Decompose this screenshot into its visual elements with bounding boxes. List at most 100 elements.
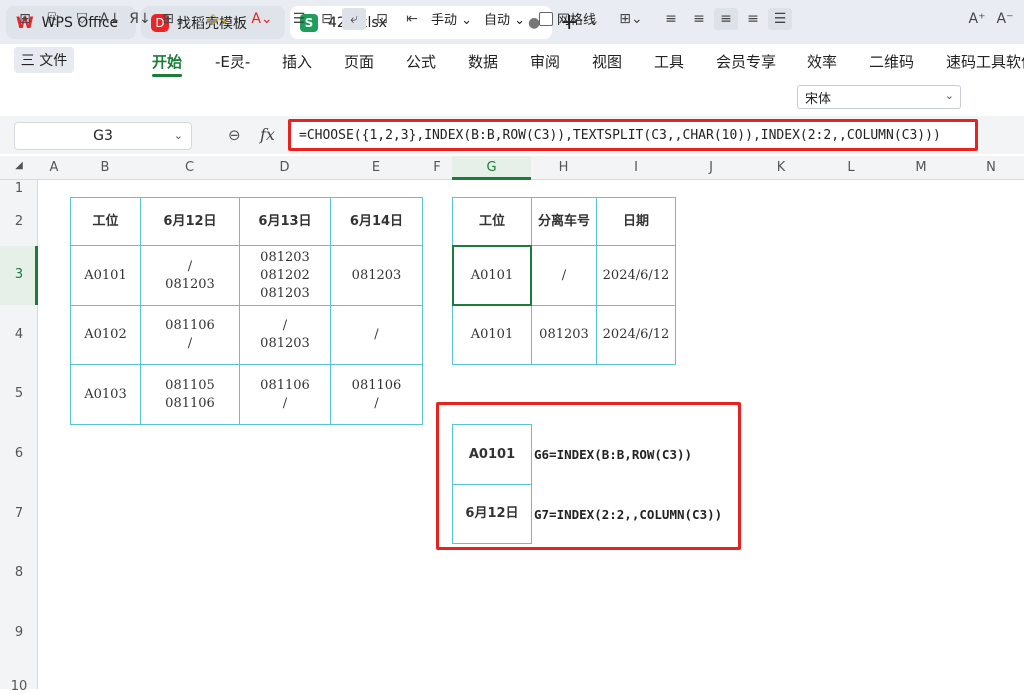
font-shrink-button[interactable]: A⁻ xyxy=(994,8,1016,30)
row-header-5[interactable]: 5 xyxy=(0,386,38,401)
merge-cells-icon[interactable]: ⊟ xyxy=(316,8,338,30)
formula-input[interactable]: =CHOOSE({1,2,3},INDEX(B:B,ROW(C3)),TEXTS… xyxy=(288,119,978,151)
menu-formula[interactable]: 公式 xyxy=(406,51,436,72)
column-header-k[interactable]: K xyxy=(746,160,816,175)
table1-cell-b5[interactable]: A0103 xyxy=(70,364,141,425)
zoom-search-icon[interactable]: ⊖ xyxy=(228,126,241,144)
column-header-i[interactable]: I xyxy=(596,160,676,175)
align-top-icon[interactable]: ≡ xyxy=(688,8,710,30)
column-header-e[interactable]: E xyxy=(330,160,422,175)
fill-color-icon[interactable]: ◇⌄ xyxy=(202,8,236,30)
column-header-n[interactable]: N xyxy=(956,160,1024,175)
table2-cell-i3[interactable]: 2024/6/12 xyxy=(596,245,676,306)
menu-insert[interactable]: 插入 xyxy=(282,51,312,72)
column-header-g[interactable]: G xyxy=(452,160,531,175)
cell-line: / xyxy=(374,395,379,411)
table1-cell-c3[interactable]: / 081203 xyxy=(140,245,240,306)
row-header-8[interactable]: 8 xyxy=(0,565,38,580)
table1-cell-d5[interactable]: 081106 / xyxy=(239,364,331,425)
menu-data[interactable]: 数据 xyxy=(468,51,498,72)
menu-tools[interactable]: 工具 xyxy=(654,51,684,72)
row-header-3[interactable]: 3 xyxy=(0,267,38,282)
wrap-text-button[interactable]: ⤶ xyxy=(342,8,366,30)
font-color-icon[interactable]: A⌄ xyxy=(246,8,278,30)
menu-e-ling[interactable]: -E灵- xyxy=(215,51,250,72)
table1-header-jun13[interactable]: 6月13日 xyxy=(239,197,331,246)
menu-member[interactable]: 会员专享 xyxy=(716,51,776,72)
row-header-10[interactable]: 10 xyxy=(0,679,38,694)
file-menu-button[interactable]: 三 文件 xyxy=(14,47,74,73)
row-header-2[interactable]: 2 xyxy=(0,214,38,229)
table2-cell-h3[interactable]: / xyxy=(531,245,597,306)
align-bottom-icon[interactable]: ≡ xyxy=(742,8,764,30)
table1-cell-c4[interactable]: 081106 / xyxy=(140,305,240,365)
manual-calc-dropdown[interactable]: 手动 ⌄ xyxy=(431,9,472,28)
column-header-f[interactable]: F xyxy=(422,160,452,175)
text-wrap-icon[interactable]: ☰ xyxy=(288,8,310,30)
align-center-button[interactable]: ≡ xyxy=(714,8,738,30)
column-header-a[interactable]: A xyxy=(38,160,70,175)
chevron-down-icon: ⌄ xyxy=(944,89,954,102)
table1-header-jun14[interactable]: 6月14日 xyxy=(330,197,423,246)
menu-page[interactable]: 页面 xyxy=(344,51,374,72)
table1-cell-c5[interactable]: 081105 081106 xyxy=(140,364,240,425)
menu-home[interactable]: 开始 xyxy=(152,51,182,72)
fx-icon[interactable]: fx xyxy=(260,125,275,144)
font-grow-button[interactable]: A⁺ xyxy=(966,8,988,30)
row-header-6[interactable]: 6 xyxy=(0,446,38,461)
table2-header-car-number[interactable]: 分离车号 xyxy=(531,197,597,246)
table1-cell-b3[interactable]: A0101 xyxy=(70,245,141,306)
table2-cell-i4[interactable]: 2024/6/12 xyxy=(596,305,676,365)
column-header-d[interactable]: D xyxy=(239,160,330,175)
table1-cell-e3[interactable]: 081203 xyxy=(330,245,423,306)
column-header-j[interactable]: J xyxy=(676,160,746,175)
table1-cell-b4[interactable]: A0102 xyxy=(70,305,141,365)
freeze-panes-icon[interactable]: ⊡ xyxy=(370,8,394,30)
menu-suma-tools[interactable]: 速码工具软件 xyxy=(946,51,1024,72)
sort-descending-icon[interactable]: Я↓ xyxy=(128,8,152,30)
table2-header-station[interactable]: 工位 xyxy=(452,197,532,246)
sort-ascending-icon[interactable]: A↓ xyxy=(98,8,122,30)
table1-header-station[interactable]: 工位 xyxy=(70,197,141,246)
row-header-9[interactable]: 9 xyxy=(0,625,38,640)
menu-qrcode[interactable]: 二维码 xyxy=(869,51,914,72)
fill-icon[interactable]: ⇤ xyxy=(400,8,424,30)
table1-cell-d3[interactable]: 081203 081202 081203 xyxy=(239,245,331,306)
borders-icon[interactable]: ⊞⌄ xyxy=(158,8,190,30)
column-header-h[interactable]: H xyxy=(531,160,596,175)
row-header-1[interactable]: 1 xyxy=(0,181,38,196)
table1-header-jun12[interactable]: 6月12日 xyxy=(140,197,240,246)
font-name-select[interactable]: 宋体 ⌄ xyxy=(797,85,961,109)
menu-view[interactable]: 视图 xyxy=(592,51,622,72)
align-middle-button[interactable]: ☰ xyxy=(768,8,792,30)
gridlines-checkbox[interactable]: 网格线 xyxy=(539,9,596,28)
row-header-4[interactable]: 4 xyxy=(0,327,38,342)
table-style-icon[interactable]: ⊞⌄ xyxy=(614,8,648,30)
number-format-icon[interactable]: ⊞ xyxy=(14,8,36,30)
filter-icon[interactable]: ⛉ xyxy=(72,8,92,30)
cell-line: 081202 xyxy=(260,267,310,283)
table1-cell-d4[interactable]: / 081203 xyxy=(239,305,331,365)
table2-cell-g4[interactable]: A0101 xyxy=(452,305,532,365)
column-header-c[interactable]: C xyxy=(140,160,239,175)
table1-cell-e4[interactable]: / xyxy=(330,305,423,365)
paste-format-icon[interactable]: ⎘ xyxy=(42,8,64,30)
column-header-m[interactable]: M xyxy=(886,160,956,175)
table2-cell-h4[interactable]: 081203 xyxy=(531,305,597,365)
auto-calc-dropdown[interactable]: 自动 ⌄ xyxy=(484,9,525,28)
table1-cell-e5[interactable]: 081106 / xyxy=(330,364,423,425)
table2-cell-g3-selected[interactable]: A0101 xyxy=(452,245,532,306)
menu-review[interactable]: 审阅 xyxy=(530,51,560,72)
font-name-value: 宋体 xyxy=(805,91,832,107)
name-box[interactable]: G3 ⌄ xyxy=(14,122,192,150)
menu-efficiency[interactable]: 效率 xyxy=(807,51,837,72)
row-header-7[interactable]: 7 xyxy=(0,506,38,521)
column-header-l[interactable]: L xyxy=(816,160,886,175)
example-highlight-box xyxy=(436,402,741,550)
align-left-icon[interactable]: ≡ xyxy=(660,8,682,30)
cell-line: 081106 xyxy=(351,377,402,393)
table2-header-date[interactable]: 日期 xyxy=(596,197,676,246)
cell-line: 081106 xyxy=(165,318,215,333)
column-header-b[interactable]: B xyxy=(70,160,140,175)
select-all-corner[interactable]: ◢ xyxy=(0,160,38,171)
